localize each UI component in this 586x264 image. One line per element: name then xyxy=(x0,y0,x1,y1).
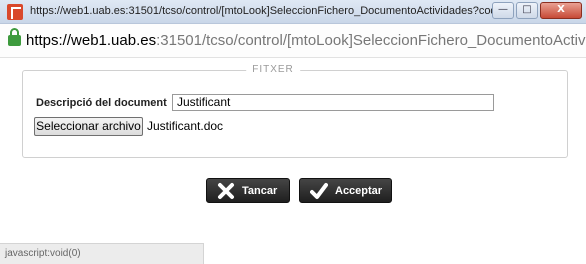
address-bar[interactable]: https://web1.uab.es:31501/tcso/control/[… xyxy=(0,24,586,58)
browser-popup-window: https://web1.uab.es:31501/tcso/control/[… xyxy=(0,0,586,264)
url-text: https://web1.uab.es:31501/tcso/control/[… xyxy=(26,32,586,49)
checkmark-icon xyxy=(310,182,328,199)
file-fieldset xyxy=(22,70,568,158)
status-text: javascript:void(0) xyxy=(5,248,81,259)
document-description-label: Descripció del document xyxy=(36,97,167,109)
status-bar: javascript:void(0) xyxy=(0,243,204,264)
close-window-button[interactable]: X xyxy=(540,2,582,19)
close-button-label: Tancar xyxy=(242,184,278,197)
maximize-button[interactable]: □ xyxy=(516,2,538,19)
lock-icon xyxy=(8,28,21,46)
window-controls: — □ X xyxy=(490,2,582,19)
url-host: https://web1.uab.es xyxy=(26,32,157,49)
accept-button[interactable]: Acceptar xyxy=(299,178,392,203)
title-bar: https://web1.uab.es:31501/tcso/control/[… xyxy=(0,0,586,24)
document-description-input[interactable]: Justificant xyxy=(172,94,494,111)
minimize-button[interactable]: — xyxy=(492,2,514,19)
close-button[interactable]: Tancar xyxy=(206,178,290,203)
window-title: https://web1.uab.es:31501/tcso/control/[… xyxy=(30,5,500,17)
url-path: :31501/tcso/control/[mtoLook]SeleccionFi… xyxy=(156,32,586,49)
selected-file-name: Justificant.doc xyxy=(147,119,224,133)
close-icon xyxy=(218,182,234,199)
browser-app-icon xyxy=(7,4,23,20)
select-file-button[interactable]: Seleccionar archivo xyxy=(34,117,143,136)
accept-button-label: Acceptar xyxy=(335,184,383,197)
fieldset-legend: FITXER xyxy=(246,64,300,75)
